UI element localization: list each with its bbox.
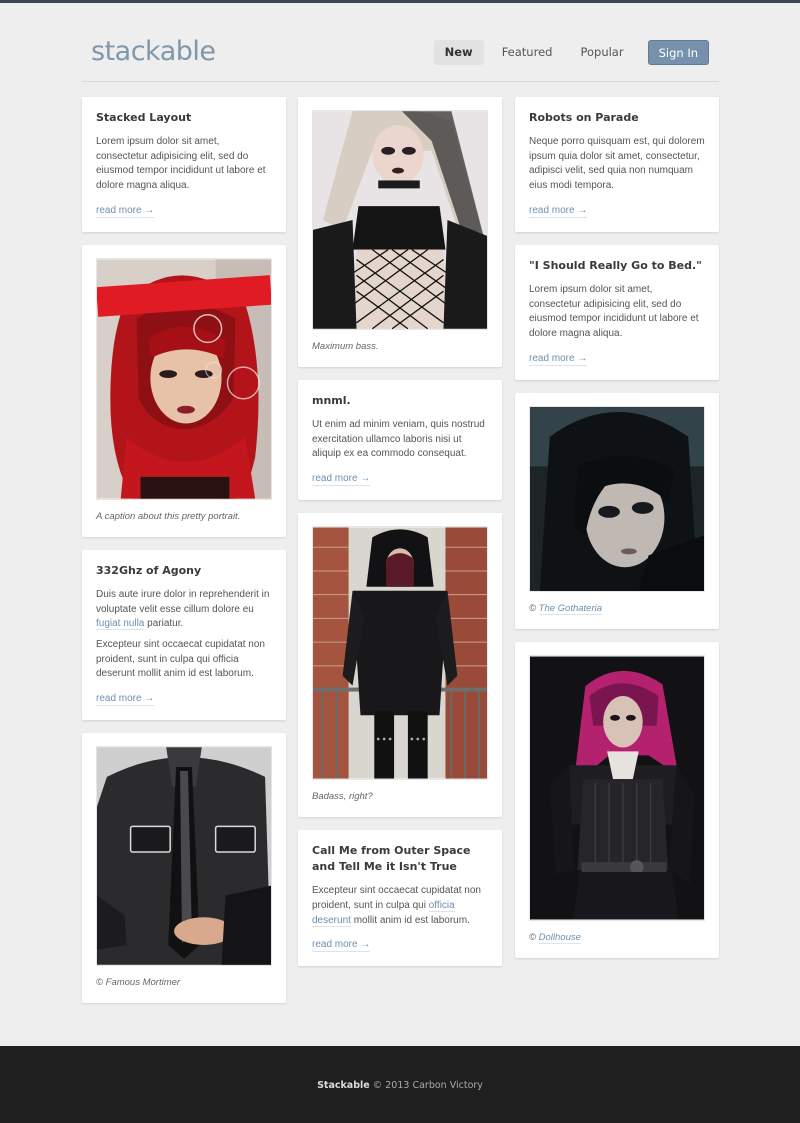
read-more-link[interactable]: read more → <box>529 353 588 366</box>
photo-card: A caption about this pretty portrait. <box>82 244 286 537</box>
pink-hair-corset-photo[interactable] <box>529 654 705 921</box>
hooded-figure-photo[interactable] <box>312 526 488 781</box>
caption-prefix: © <box>529 931 539 943</box>
read-more-link[interactable]: read more → <box>529 205 588 218</box>
photo-caption: © The Gothateria <box>529 602 705 615</box>
nav-new[interactable]: New <box>433 40 484 65</box>
read-more-link[interactable]: read more → <box>312 473 371 487</box>
column-middle: Maximum bass. mnml. Ut enim ad minim ven… <box>298 97 502 979</box>
post-excerpt: Excepteur sint occaecat cupidatat non pr… <box>96 638 265 680</box>
black-uniform-photo[interactable] <box>96 746 272 967</box>
read-more-link[interactable]: read more → <box>312 939 371 953</box>
footer-copyright: © 2013 Carbon Victory <box>369 1080 483 1091</box>
photo-card: © Famous Mortimer <box>82 733 286 1004</box>
post-card: "I Should Really Go to Bed." Lorem ipsum… <box>515 244 719 380</box>
footer-brand: Stackable <box>317 1080 370 1091</box>
read-more-link[interactable]: read more → <box>96 205 155 218</box>
post-card: mnml. Ut enim ad minim veniam, quis nost… <box>298 380 502 501</box>
photo-card: Badass, right? <box>298 513 502 818</box>
dark-hair-face-photo[interactable] <box>529 405 705 592</box>
excerpt-text: mollit anim id est laborum. <box>350 914 470 926</box>
read-more-link[interactable]: read more → <box>96 693 155 707</box>
site-header: stackable New Featured Popular Sign In <box>82 36 719 82</box>
photo-card: Maximum bass. <box>298 97 502 367</box>
photo-caption: Maximum bass. <box>312 341 379 352</box>
excerpt-text: pariatur. <box>144 618 184 630</box>
site-logo[interactable]: stackable <box>91 36 216 67</box>
column-left: Stacked Layout Lorem ipsum dolor sit ame… <box>82 97 286 1016</box>
excerpt-text: Excepteur sint occaecat cupidatat non pr… <box>312 885 481 911</box>
credit-link[interactable]: The Gothateria <box>538 602 603 615</box>
post-excerpt: Excepteur sint occaecat cupidatat non pr… <box>312 884 488 928</box>
photo-caption: © Famous Mortimer <box>96 977 181 989</box>
post-card: Robots on Parade Neque porro quisquam es… <box>515 97 719 232</box>
photo-card: © Dollhouse <box>515 641 719 958</box>
post-title[interactable]: 332Ghz of Agony <box>96 563 272 579</box>
post-title[interactable]: Robots on Parade <box>529 110 705 126</box>
main-nav: New Featured Popular Sign In <box>426 40 709 65</box>
post-excerpt: Ut enim ad minim veniam, quis nostrud ex… <box>312 419 485 460</box>
photo-caption: Badass, right? <box>312 791 373 803</box>
post-excerpt: Lorem ipsum dolor sit amet, consectetur … <box>529 283 699 339</box>
caption-prefix: © <box>529 602 539 614</box>
sign-in-button[interactable]: Sign In <box>647 40 709 65</box>
nav-featured[interactable]: Featured <box>492 40 563 65</box>
post-card: 332Ghz of Agony Duis aute irure dolor in… <box>82 549 286 721</box>
column-right: Robots on Parade Neque porro quisquam es… <box>515 97 719 971</box>
nav-popular[interactable]: Popular <box>570 40 633 65</box>
post-card: Stacked Layout Lorem ipsum dolor sit ame… <box>82 97 286 232</box>
post-title[interactable]: Call Me from Outer Space and Tell Me it … <box>312 843 488 875</box>
post-excerpt: Duis aute irure dolor in reprehenderit i… <box>96 588 272 632</box>
post-title[interactable]: mnml. <box>312 393 488 409</box>
credit-link[interactable]: Dollhouse <box>538 931 581 944</box>
post-title[interactable]: "I Should Really Go to Bed." <box>529 258 705 274</box>
fishnet-portrait-photo[interactable] <box>312 110 488 330</box>
inline-link[interactable]: fugiat nulla <box>96 618 145 631</box>
photo-caption: © Dollhouse <box>529 931 705 944</box>
photo-caption: A caption about this pretty portrait. <box>96 510 241 522</box>
photo-card: © The Gothateria <box>515 392 719 629</box>
excerpt-text: Duis aute irure dolor in reprehenderit i… <box>96 588 270 615</box>
red-hair-portrait-photo[interactable] <box>96 257 272 500</box>
post-excerpt: Neque porro quisquam est, qui dolorem ip… <box>529 136 705 192</box>
site-footer: Stackable © 2013 Carbon Victory <box>0 1046 800 1123</box>
post-title[interactable]: Stacked Layout <box>96 110 272 126</box>
post-card: Call Me from Outer Space and Tell Me it … <box>298 830 502 967</box>
post-excerpt: Lorem ipsum dolor sit amet, consectetur … <box>96 136 266 192</box>
